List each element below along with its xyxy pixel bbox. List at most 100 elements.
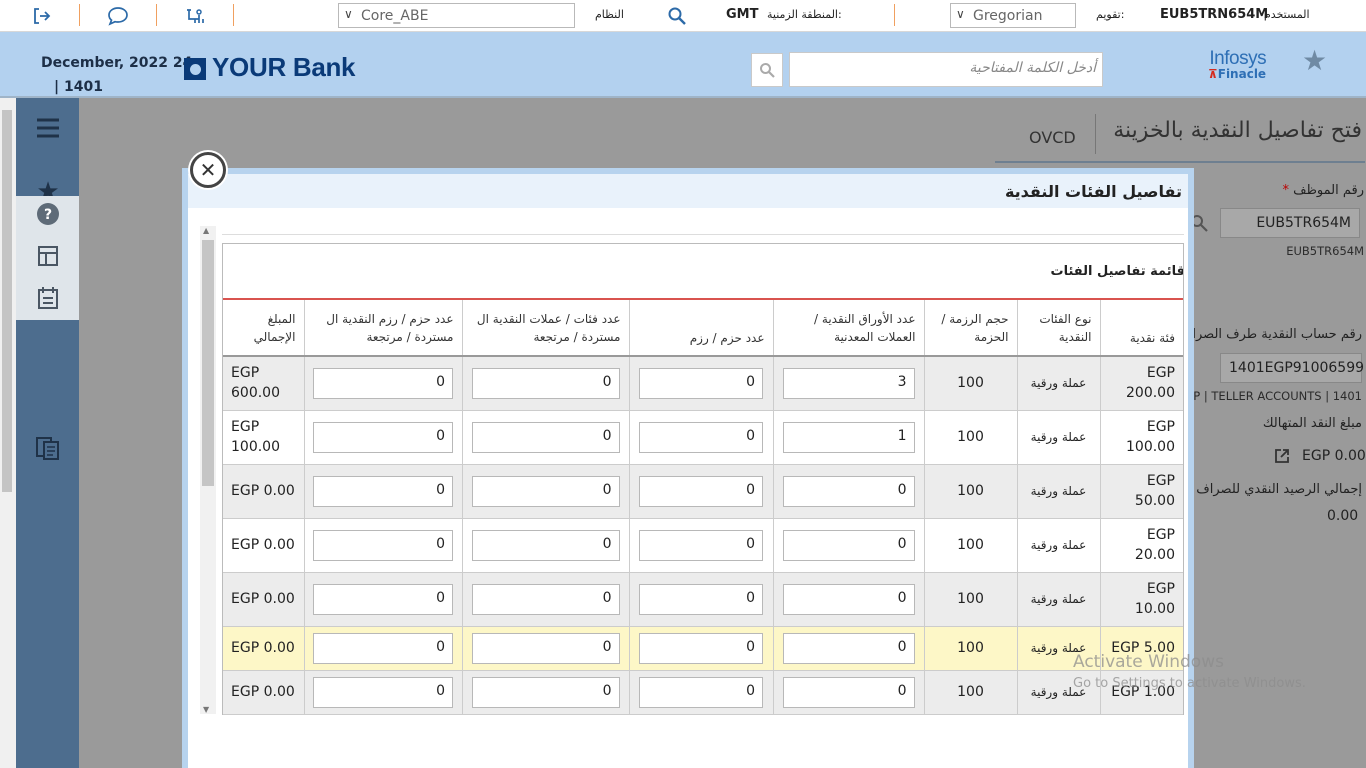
- type-cell: عملة ورقية: [1016, 626, 1100, 671]
- bundle-size-cell: 100: [923, 572, 1017, 627]
- returned-notes-input[interactable]: 0: [471, 475, 620, 507]
- reports-icon[interactable]: [30, 430, 66, 466]
- notes-count-input[interactable]: 0: [782, 475, 915, 507]
- bundles-count-input[interactable]: 0: [639, 632, 763, 664]
- separator: [894, 4, 895, 26]
- system-value: Core_ABE: [361, 7, 429, 24]
- close-modal-button[interactable]: ✕: [190, 152, 226, 188]
- table-row[interactable]: EGP 10.00 عملة ورقية 100 0 0 0 0 EGP 0.0…: [223, 572, 1183, 627]
- employee-input[interactable]: EUB5TR654M: [1220, 208, 1360, 238]
- consumed-label: مبلغ النقد المتهالك: [1262, 416, 1362, 431]
- chevron-down-icon: ∨: [956, 7, 965, 21]
- returned-bundles-input[interactable]: 0: [313, 529, 453, 561]
- bundle-size-cell: 100: [923, 356, 1017, 411]
- bundles-count-input[interactable]: 0: [639, 529, 763, 561]
- table-row[interactable]: EGP 50.00 عملة ورقية 100 0 0 0 0 EGP 0.0…: [223, 464, 1183, 519]
- top-bar: ∨ Core_ABE النظام GMT المنطقة الزمنية: ∨…: [0, 0, 1366, 32]
- returned-notes-input[interactable]: 0: [471, 367, 620, 399]
- separator: [233, 4, 234, 26]
- notes-count-input[interactable]: 1: [782, 421, 915, 453]
- total-amount-cell: EGP 0.00: [223, 670, 304, 715]
- header-search-button[interactable]: [751, 53, 783, 87]
- teller-account-sub: P | TELLER ACCOUNTS | 1401: [1193, 389, 1362, 403]
- balance-label: إجمالي الرصيد النقدي للصراف: [1196, 482, 1362, 497]
- vendor-logo: Infosys ⊼Finacle: [1208, 48, 1267, 81]
- bundles-count-input[interactable]: 0: [639, 421, 763, 453]
- table-row[interactable]: EGP 100.00 عملة ورقية 100 1 0 0 0 EGP 10…: [223, 410, 1183, 465]
- denomination-cell: EGP 5.00: [1099, 626, 1183, 671]
- help-icon[interactable]: ?: [30, 196, 66, 232]
- bundles-count-input[interactable]: 0: [639, 583, 763, 615]
- type-cell: عملة ورقية: [1016, 572, 1100, 627]
- denomination-panel: قائمة تفاصيل الفئات فئة نقدية نوع الفئات…: [222, 243, 1184, 715]
- separator: [1095, 114, 1096, 154]
- table-row-selected[interactable]: EGP 5.00 عملة ورقية 100 0 0 0 0 EGP 0.00: [223, 626, 1183, 671]
- search-icon[interactable]: [664, 4, 690, 28]
- scroll-up-icon[interactable]: ▲: [203, 226, 209, 235]
- search-icon: [760, 63, 775, 78]
- returned-bundles-input[interactable]: 0: [313, 475, 453, 507]
- returned-bundles-input[interactable]: 0: [313, 583, 453, 615]
- returned-bundles-input[interactable]: 0: [313, 421, 453, 453]
- notes-count-input[interactable]: 0: [782, 632, 915, 664]
- panel-title: قائمة تفاصيل الفئات: [1050, 264, 1184, 279]
- returned-bundles-input[interactable]: 0: [313, 676, 453, 708]
- type-cell: عملة ورقية: [1016, 670, 1100, 715]
- calendar-select[interactable]: ∨ Gregorian: [950, 3, 1076, 28]
- divider: [222, 234, 1184, 235]
- bank-name: YOUR Bank: [212, 52, 356, 82]
- teller-account-label: رقم حساب النقدية طرف الصراف: [1178, 327, 1362, 342]
- returned-bundles-input[interactable]: 0: [313, 367, 453, 399]
- bundles-count-input[interactable]: 0: [639, 676, 763, 708]
- bundles-count-input[interactable]: 0: [639, 475, 763, 507]
- returned-notes-input[interactable]: 0: [471, 529, 620, 561]
- divider: [995, 161, 1365, 163]
- column-header: نوع الفئات النقدية: [1016, 300, 1100, 357]
- returned-notes-input[interactable]: 0: [471, 583, 620, 615]
- chat-icon[interactable]: [105, 4, 131, 28]
- close-icon: ✕: [199, 158, 217, 182]
- modal-scrollbar[interactable]: ▲ ▼: [200, 226, 216, 714]
- external-link-icon[interactable]: [1274, 448, 1290, 468]
- notes-count-input[interactable]: 0: [782, 583, 915, 615]
- table-row[interactable]: EGP 200.00 عملة ورقية 100 3 0 0 0 EGP 60…: [223, 356, 1183, 411]
- page-code: OVCD: [1029, 128, 1076, 147]
- notes-count-input[interactable]: 0: [782, 529, 915, 561]
- bundles-count-input[interactable]: 0: [639, 367, 763, 399]
- notes-count-input[interactable]: 0: [782, 676, 915, 708]
- column-header: المبلغ الإجمالي: [223, 300, 304, 357]
- returned-notes-input[interactable]: 0: [471, 421, 620, 453]
- favorite-star-icon[interactable]: ★: [1302, 44, 1327, 77]
- type-cell: عملة ورقية: [1016, 464, 1100, 519]
- keyword-search-input[interactable]: أدخل الكلمة المفتاحية: [789, 52, 1103, 87]
- system-select[interactable]: ∨ Core_ABE: [338, 3, 575, 28]
- returned-bundles-input[interactable]: 0: [313, 632, 453, 664]
- scroll-thumb[interactable]: [202, 240, 214, 486]
- denomination-cell: EGP 1.00: [1099, 670, 1183, 715]
- column-header: عدد فئات / عملات النقدية ال مستردة / مرت…: [461, 300, 629, 357]
- calendar-icon[interactable]: [30, 280, 66, 316]
- bundle-size-cell: 100: [923, 464, 1017, 519]
- denomination-cell: EGP 200.00: [1099, 356, 1183, 411]
- timezone-value: GMT: [726, 7, 759, 22]
- menu-icon[interactable]: [30, 110, 66, 146]
- logout-icon[interactable]: [28, 4, 54, 28]
- bundle-size-cell: 100: [923, 518, 1017, 573]
- scroll-down-icon[interactable]: ▼: [203, 705, 209, 714]
- modal-body: ▲ ▼ قائمة تفاصيل الفئات فئة نقدية نوع ال…: [198, 218, 1186, 718]
- page-scrollbar[interactable]: [0, 98, 16, 768]
- teller-account-input[interactable]: 1401EGP91006599: [1220, 353, 1364, 383]
- type-cell: عملة ورقية: [1016, 410, 1100, 465]
- column-header: عدد الأوراق النقدية / العملات المعدنية: [772, 300, 924, 357]
- returned-notes-input[interactable]: 0: [471, 676, 620, 708]
- network-icon[interactable]: [182, 4, 208, 28]
- column-header: عدد حزم / رزم النقدية ال مستردة / مرتجعة: [303, 300, 462, 357]
- notes-count-input[interactable]: 3: [782, 367, 915, 399]
- layout-icon[interactable]: [30, 238, 66, 274]
- denomination-cell: EGP 50.00: [1099, 464, 1183, 519]
- separator: [156, 4, 157, 26]
- table-row[interactable]: EGP 1.00 عملة ورقية 100 0 0 0 0 EGP 0.00: [223, 670, 1183, 715]
- table-row[interactable]: EGP 20.00 عملة ورقية 100 0 0 0 0 EGP 0.0…: [223, 518, 1183, 573]
- bank-logo-icon: [184, 58, 206, 80]
- returned-notes-input[interactable]: 0: [471, 632, 620, 664]
